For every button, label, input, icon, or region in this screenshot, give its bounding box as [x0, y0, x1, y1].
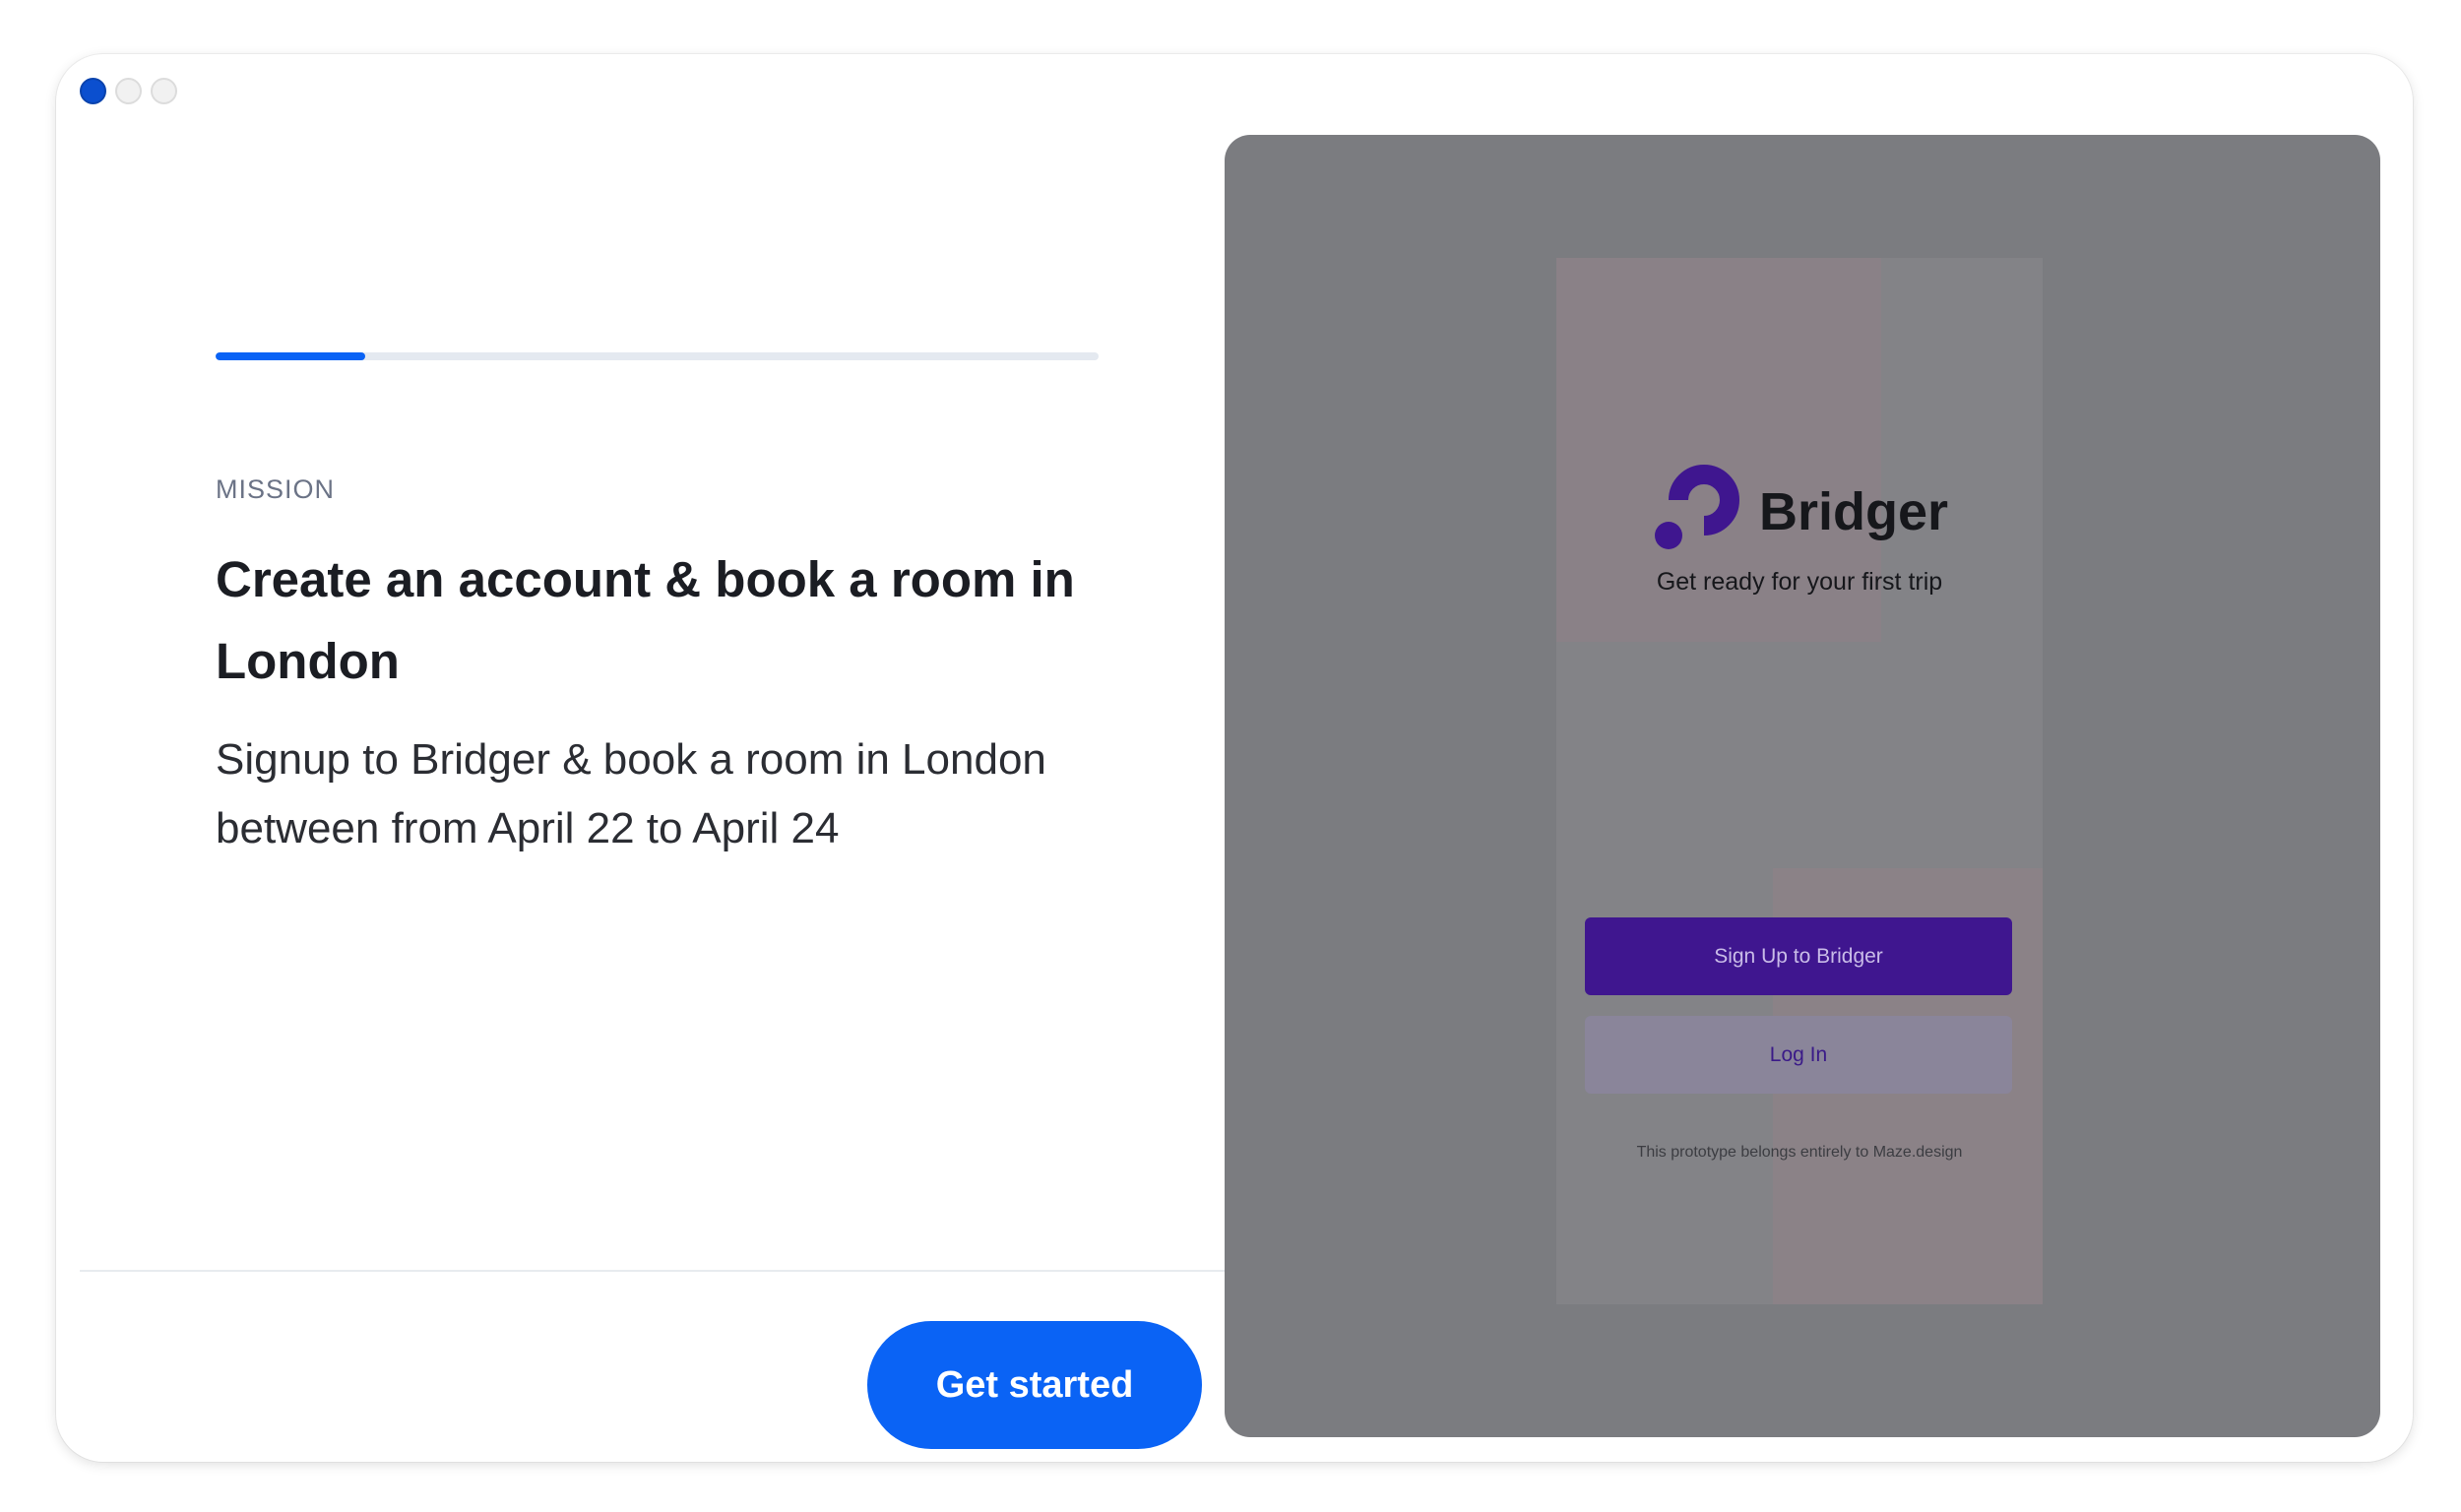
prototype-footnote: This prototype belongs entirely to Maze.…: [1636, 1144, 1963, 1161]
window-dot[interactable]: [151, 78, 177, 104]
brand-name: Bridger: [1758, 481, 1949, 541]
mission-title: Create an account & book a room in Londo…: [216, 551, 1075, 689]
prototype-preview: Bridger Get ready for your first trip Si…: [1225, 135, 2380, 1437]
log-in-button[interactable]: Log In: [1585, 1016, 2012, 1094]
window-controls: [80, 78, 177, 104]
divider: [80, 1270, 1259, 1272]
sign-up-button[interactable]: Sign Up to Bridger: [1585, 917, 2012, 995]
mission-panel: MISSION Create an account & book a room …: [80, 135, 1259, 1449]
app-window: MISSION Create an account & book a room …: [56, 54, 2413, 1462]
progress-fill: [216, 352, 366, 360]
brand-header: Bridger: [1556, 465, 2043, 558]
mission-description: Signup to Bridger & book a room in Londo…: [216, 735, 1046, 852]
window-dot-active[interactable]: [80, 78, 106, 104]
get-started-button[interactable]: Get started: [867, 1321, 1202, 1449]
mission-eyebrow: MISSION: [216, 474, 336, 504]
progress-bar: [216, 352, 1099, 360]
window-dot[interactable]: [115, 78, 142, 104]
bridger-logo-icon: [1651, 465, 1739, 558]
prototype-screen: Bridger Get ready for your first trip Si…: [1556, 258, 2043, 1304]
tagline: Get ready for your first trip: [1656, 568, 1943, 596]
